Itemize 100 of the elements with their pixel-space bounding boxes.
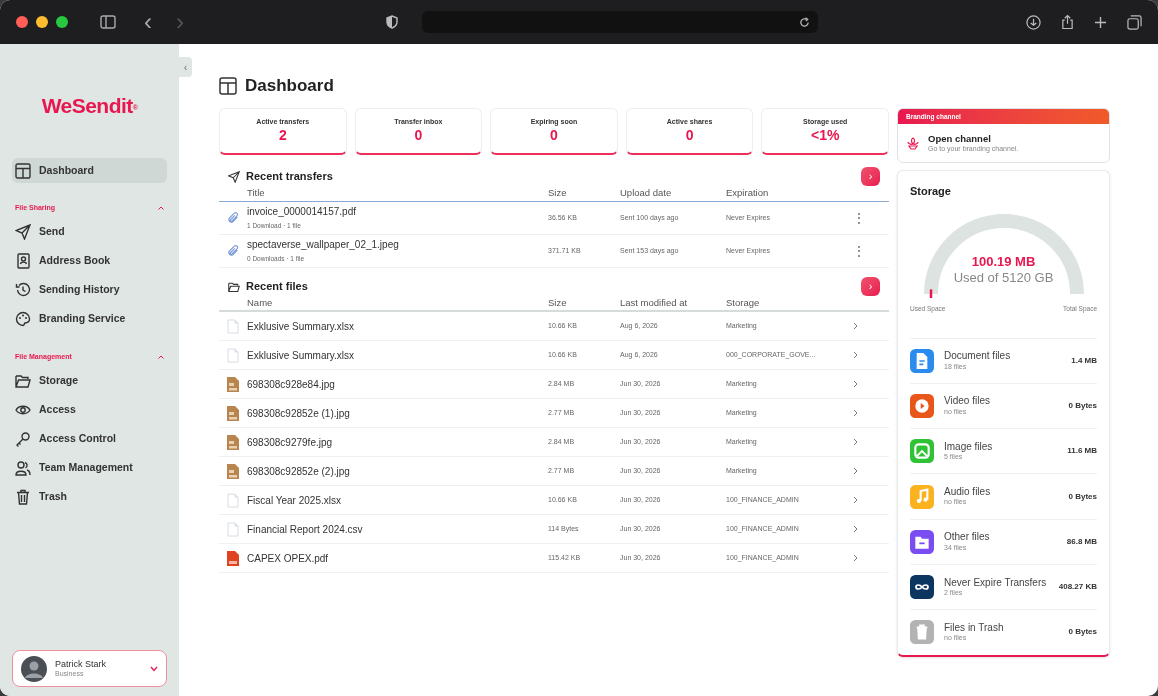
wesendit-logo: WeSendit$^{®}$ — [41, 93, 138, 119]
send-icon — [228, 170, 240, 183]
paperclip-icon — [226, 244, 240, 258]
new-tab-icon[interactable] — [1094, 15, 1107, 29]
pdf-file-icon — [227, 550, 239, 566]
chevron-down-icon[interactable] — [150, 665, 158, 672]
category-size: 0 Bytes — [1068, 626, 1097, 639]
share-icon[interactable] — [1061, 14, 1074, 30]
nav-item[interactable]: Access — [12, 397, 167, 422]
stat-value: 2 — [278, 126, 287, 145]
chevron-right-icon[interactable] — [853, 322, 858, 330]
more-options-button[interactable]: ⋮ — [853, 245, 889, 257]
folder-icon — [15, 372, 31, 389]
stat-value: 0 — [550, 126, 558, 145]
chevron-right-icon[interactable] — [853, 380, 858, 388]
chevron-right-icon[interactable] — [853, 438, 858, 446]
jpg-file-icon — [227, 405, 239, 421]
jpg-file-icon — [227, 376, 239, 392]
category-name: Video files — [944, 395, 990, 408]
reload-icon[interactable] — [799, 16, 810, 28]
user-name: Patrick Stark — [55, 658, 106, 670]
trash-icon — [15, 488, 31, 505]
category-size: 0 Bytes — [1068, 399, 1097, 412]
column-header: Upload date — [620, 186, 673, 201]
nav-item[interactable]: Dashboard — [12, 158, 167, 183]
category-size: 1.4 MB — [1071, 354, 1097, 367]
contact-book-icon — [15, 253, 31, 269]
category-size: 0 Bytes — [1068, 490, 1097, 503]
page-title: Dashboard — [245, 75, 334, 98]
chevron-right-icon[interactable] — [853, 496, 858, 504]
history-icon — [15, 282, 31, 298]
category-name: Image files — [944, 440, 993, 454]
sidebar-toggle-icon[interactable] — [100, 15, 116, 29]
file-name[interactable]: Exklusive Summary.xlsx — [247, 318, 548, 334]
dashboard-icon — [219, 77, 237, 95]
category-name: Document files — [944, 350, 1011, 363]
file-name[interactable]: 698308c9279fe.jpg — [247, 434, 548, 450]
nav-item[interactable]: Storage — [12, 368, 167, 393]
nav-item[interactable]: Access Control — [12, 426, 167, 451]
maximize-window-icon[interactable] — [56, 16, 68, 28]
chevron-up-icon[interactable] — [158, 354, 164, 359]
lotus-icon — [906, 136, 920, 150]
palette-icon — [15, 311, 31, 327]
nav-item[interactable]: Team Management — [12, 455, 167, 480]
download-icon[interactable] — [1026, 14, 1041, 30]
view-all-button[interactable]: › — [861, 277, 880, 296]
blank-file-icon — [227, 318, 239, 334]
category-size: 408.27 KB — [1058, 581, 1097, 594]
dashboard-icon — [15, 162, 31, 179]
file-name[interactable]: 698308c92852e (2).jpg — [247, 463, 548, 479]
file-name[interactable]: CAPEX OPEX.pdf — [247, 550, 548, 566]
chevron-right-icon[interactable] — [853, 554, 858, 562]
stat-value: 0 — [414, 126, 423, 145]
file-name[interactable]: Financial Report 2024.csv — [247, 521, 548, 537]
file-name[interactable]: Exklusive Summary.xlsx — [247, 347, 548, 363]
shield-icon[interactable] — [386, 15, 398, 29]
used-amount: 100.19 MB — [971, 253, 1036, 270]
close-window-icon[interactable] — [16, 16, 28, 28]
jpg-file-icon — [227, 434, 239, 450]
column-header: Storage — [726, 296, 761, 310]
category-name: Never Expire Transfers — [944, 576, 1047, 589]
chevron-right-icon[interactable] — [853, 409, 858, 417]
chevron-right-icon[interactable] — [853, 467, 858, 475]
nav-item[interactable]: Address Book — [12, 248, 167, 274]
file-name[interactable]: Fiscal Year 2025.xlsx — [247, 492, 548, 508]
chevron-right-icon[interactable] — [853, 351, 858, 359]
nav-item[interactable]: Send — [12, 219, 167, 245]
nav-item[interactable]: Trash — [12, 484, 167, 509]
category-size: 11.6 MB — [1067, 445, 1097, 458]
category-name: Audio files — [944, 485, 991, 499]
column-header: Name — [247, 296, 274, 310]
file-name[interactable]: 698308c92852e (1).jpg — [247, 405, 548, 421]
section-title: Recent files — [246, 279, 308, 295]
view-all-button[interactable]: › — [861, 167, 880, 186]
column-header: Size — [548, 296, 568, 310]
stat-value: 0 — [685, 126, 694, 145]
minimize-window-icon[interactable] — [36, 16, 48, 28]
file-name[interactable]: 698308c928e84.jpg — [247, 376, 548, 392]
used-of-total: Used of 5120 GB — [953, 269, 1054, 286]
send-icon — [15, 224, 31, 240]
section-title: Recent transfers — [246, 169, 333, 185]
avatar-icon — [21, 655, 47, 682]
tabs-overview-icon[interactable] — [1127, 14, 1142, 30]
nav-item[interactable]: Branding Service — [12, 306, 167, 332]
jpg-file-icon — [227, 463, 239, 479]
category-name: Files in Trash — [944, 621, 1004, 635]
branding-title: Open channel — [928, 132, 992, 145]
blank-file-icon — [227, 492, 239, 508]
back-button[interactable]: ‹ — [144, 10, 152, 34]
more-options-button[interactable]: ⋮ — [853, 212, 889, 224]
column-header: Size — [548, 186, 568, 201]
collapse-sidebar-button[interactable]: ‹ — [179, 57, 192, 77]
chevron-up-icon[interactable] — [158, 206, 164, 211]
file-name[interactable]: invoice_0000014157.pdf — [247, 206, 548, 219]
category-size: 86.8 MB — [1066, 535, 1097, 548]
column-header: Title — [247, 186, 266, 201]
chevron-right-icon[interactable] — [853, 525, 858, 533]
file-name[interactable]: spectaverse_wallpaper_02_1.jpeg — [247, 239, 548, 252]
nav-item[interactable]: Sending History — [12, 277, 167, 303]
paperclip-icon — [226, 211, 240, 225]
